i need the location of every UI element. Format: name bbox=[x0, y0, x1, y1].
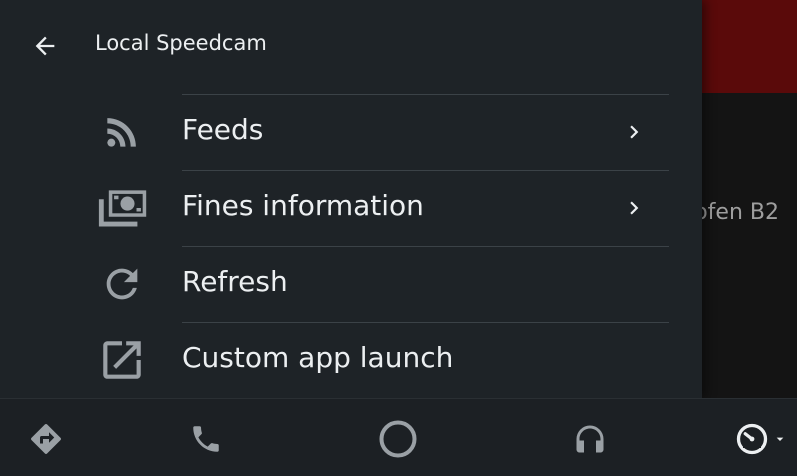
android-auto-screen: ofen B2 Local Speedcam Feeds Fines infor… bbox=[0, 0, 797, 476]
money-icon bbox=[95, 185, 149, 231]
menu-item-feeds[interactable]: Feeds bbox=[0, 94, 702, 170]
caret-down-icon bbox=[776, 437, 784, 441]
home-circle-icon bbox=[379, 420, 417, 458]
menu-item-custom-app-launch[interactable]: Custom app launch bbox=[0, 322, 702, 398]
menu-item-label: Refresh bbox=[182, 265, 288, 298]
nav-button-navigation[interactable] bbox=[24, 417, 68, 461]
divider bbox=[182, 94, 669, 95]
menu-item-fines-information[interactable]: Fines information bbox=[0, 170, 702, 246]
divider bbox=[182, 170, 669, 171]
nav-button-home[interactable] bbox=[376, 417, 420, 461]
rss-icon bbox=[95, 109, 149, 155]
nav-button-app-launcher[interactable] bbox=[728, 417, 794, 461]
navigation-drawer: Local Speedcam Feeds Fines information R… bbox=[0, 0, 702, 398]
bottom-nav-bar bbox=[0, 398, 797, 476]
menu-item-refresh[interactable]: Refresh bbox=[0, 246, 702, 322]
open-in-new-icon bbox=[95, 337, 149, 383]
drawer-title: Local Speedcam bbox=[95, 31, 267, 55]
refresh-icon bbox=[95, 261, 149, 307]
menu-item-label: Custom app launch bbox=[182, 341, 454, 374]
phone-icon bbox=[193, 426, 219, 452]
divider bbox=[182, 246, 669, 247]
chevron-right-icon bbox=[620, 118, 648, 146]
headphones-icon bbox=[576, 425, 604, 453]
nav-button-phone[interactable] bbox=[184, 417, 228, 461]
nav-button-media[interactable] bbox=[568, 417, 612, 461]
menu-item-label: Fines information bbox=[182, 189, 424, 222]
back-button[interactable] bbox=[25, 26, 65, 66]
arrow-left-icon bbox=[35, 36, 55, 56]
speedometer-icon bbox=[736, 423, 768, 455]
drawer-header: Local Speedcam bbox=[0, 0, 702, 93]
chevron-right-icon bbox=[620, 194, 648, 222]
navigation-icon bbox=[31, 423, 62, 454]
drawer-menu: Feeds Fines information Refresh Custom a… bbox=[0, 94, 702, 398]
divider bbox=[182, 322, 669, 323]
background-peek-text: ofen B2 bbox=[694, 200, 779, 225]
menu-item-label: Feeds bbox=[182, 113, 264, 146]
